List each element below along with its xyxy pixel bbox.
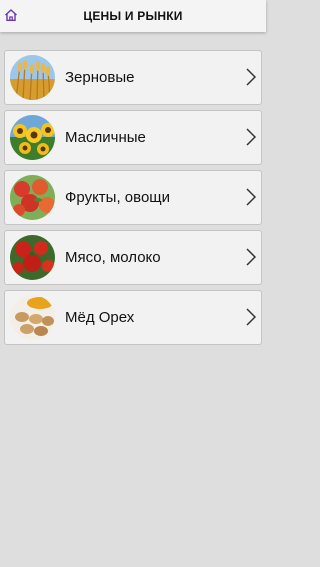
- category-label: Масличные: [65, 129, 146, 146]
- chevron-right-icon: [246, 68, 257, 86]
- wheat-icon: [10, 55, 55, 100]
- page-title: ЦЕНЫ И РЫНКИ: [83, 9, 183, 23]
- chevron-right-icon: [246, 308, 257, 326]
- category-item-meat-milk[interactable]: Мясо, молоко: [4, 230, 262, 285]
- chevron-right-icon: [246, 248, 257, 266]
- chevron-right-icon: [246, 128, 257, 146]
- tomatoes-icon: [10, 235, 55, 280]
- category-list: Зерновые Масличные Фрукты, овощи Мясо, м…: [4, 50, 262, 350]
- category-label: Фрукты, овощи: [65, 189, 170, 206]
- category-item-fruits[interactable]: Фрукты, овощи: [4, 170, 262, 225]
- category-label: Мёд Орех: [65, 309, 135, 326]
- category-label: Мясо, молоко: [65, 249, 161, 266]
- apples-icon: [10, 175, 55, 220]
- chevron-right-icon: [246, 188, 257, 206]
- sunflower-icon: [10, 115, 55, 160]
- category-item-oilseeds[interactable]: Масличные: [4, 110, 262, 165]
- honey-nuts-icon: [10, 295, 55, 340]
- category-label: Зерновые: [65, 69, 135, 86]
- top-bar: ЦЕНЫ И РЫНКИ: [0, 0, 266, 32]
- category-item-honey-nuts[interactable]: Мёд Орех: [4, 290, 262, 345]
- category-item-grains[interactable]: Зерновые: [4, 50, 262, 105]
